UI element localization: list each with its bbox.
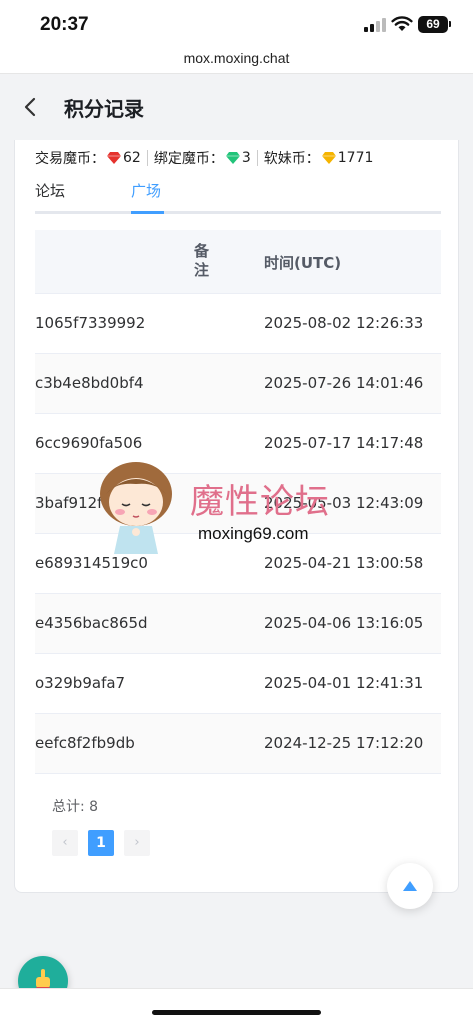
mascot-girl-icon xyxy=(100,462,172,554)
divider xyxy=(146,150,148,166)
battery-indicator: 69 xyxy=(418,16,448,33)
status-time: 20:37 xyxy=(40,14,89,35)
balance-value: 62 xyxy=(123,150,141,166)
active-tab-indicator xyxy=(131,211,164,214)
balance-label: 绑定魔币： xyxy=(153,151,224,167)
balance-summary: 交易魔币： 62 绑定魔币： 3 软妹币： 1771 xyxy=(35,148,373,168)
back-icon[interactable] xyxy=(18,94,44,120)
page-number-button[interactable]: 1 xyxy=(88,830,114,856)
back-to-top-button[interactable] xyxy=(387,863,433,909)
record-time: 2024-12-25 17:12:20 xyxy=(264,734,424,752)
balance-bound-coins: 绑定魔币： 3 xyxy=(154,148,251,168)
table-row: o329b9afa7 2025-04-01 12:41:31 xyxy=(35,654,441,714)
record-id: 1065f7339992 xyxy=(35,314,146,332)
watermark-url: moxing69.com xyxy=(198,524,309,543)
table-row: 1065f7339992 2025-08-02 12:26:33 xyxy=(35,294,441,354)
table-row: eefc8f2fb9db 2024-12-25 17:12:20 xyxy=(35,714,441,774)
balance-soft-coins: 软妹币： 1771 xyxy=(264,148,374,168)
page-header: 积分记录 xyxy=(0,74,473,140)
bottom-bar xyxy=(0,988,473,1024)
balance-value: 1771 xyxy=(337,150,374,166)
balance-value: 3 xyxy=(241,150,251,166)
balance-trade-coins: 交易魔币： 62 xyxy=(35,148,141,168)
wifi-icon xyxy=(391,16,413,31)
column-header-note: 备注 xyxy=(194,242,210,279)
table-row: c3b4e8bd0bf4 2025-07-26 14:01:46 xyxy=(35,354,441,414)
url-bar[interactable]: mox.moxing.chat xyxy=(0,46,473,74)
record-id: o329b9afa7 xyxy=(35,674,126,692)
record-id: e4356bac865d xyxy=(35,614,148,632)
page-title: 积分记录 xyxy=(64,97,144,121)
next-page-button[interactable]: › xyxy=(124,830,150,856)
divider xyxy=(256,150,258,166)
total-count: 总计: 8 xyxy=(52,799,99,815)
record-time: 2025-07-17 14:17:48 xyxy=(264,434,424,452)
record-id: 6cc9690fa506 xyxy=(35,434,143,452)
balance-label: 交易魔币： xyxy=(35,151,105,167)
record-time: 2025-08-02 12:26:33 xyxy=(264,314,424,332)
tab-bar: 论坛 广场 xyxy=(35,176,441,214)
column-header-time: 时间(UTC) xyxy=(264,254,342,272)
signal-icon xyxy=(364,18,386,32)
balance-label: 软妹币： xyxy=(263,151,320,167)
record-id: c3b4e8bd0bf4 xyxy=(35,374,144,392)
tab-square[interactable]: 广场 xyxy=(131,180,161,201)
record-time: 2025-04-06 13:16:05 xyxy=(264,614,424,632)
prev-page-button[interactable]: ‹ xyxy=(52,830,78,856)
green-gem-icon xyxy=(225,152,240,164)
tab-forum[interactable]: 论坛 xyxy=(35,180,65,201)
record-time: 2025-04-01 12:41:31 xyxy=(264,674,424,692)
home-indicator[interactable] xyxy=(152,1010,321,1015)
status-bar: 20:37 69 xyxy=(0,0,473,46)
watermark-title: 魔性论坛 xyxy=(190,482,330,522)
table-header: 备注 时间(UTC) xyxy=(35,230,441,294)
battery-nub xyxy=(449,21,451,27)
record-id: eefc8f2fb9db xyxy=(35,734,135,752)
watermark-logo: 魔性论坛 moxing69.com xyxy=(96,460,366,560)
pagination: ‹ 1 › xyxy=(52,830,160,856)
gold-gem-icon xyxy=(321,152,336,164)
record-time: 2025-07-26 14:01:46 xyxy=(264,374,424,392)
red-gem-icon xyxy=(107,152,121,164)
table-row: e4356bac865d 2025-04-06 13:16:05 xyxy=(35,594,441,654)
caret-up-icon xyxy=(403,881,417,891)
